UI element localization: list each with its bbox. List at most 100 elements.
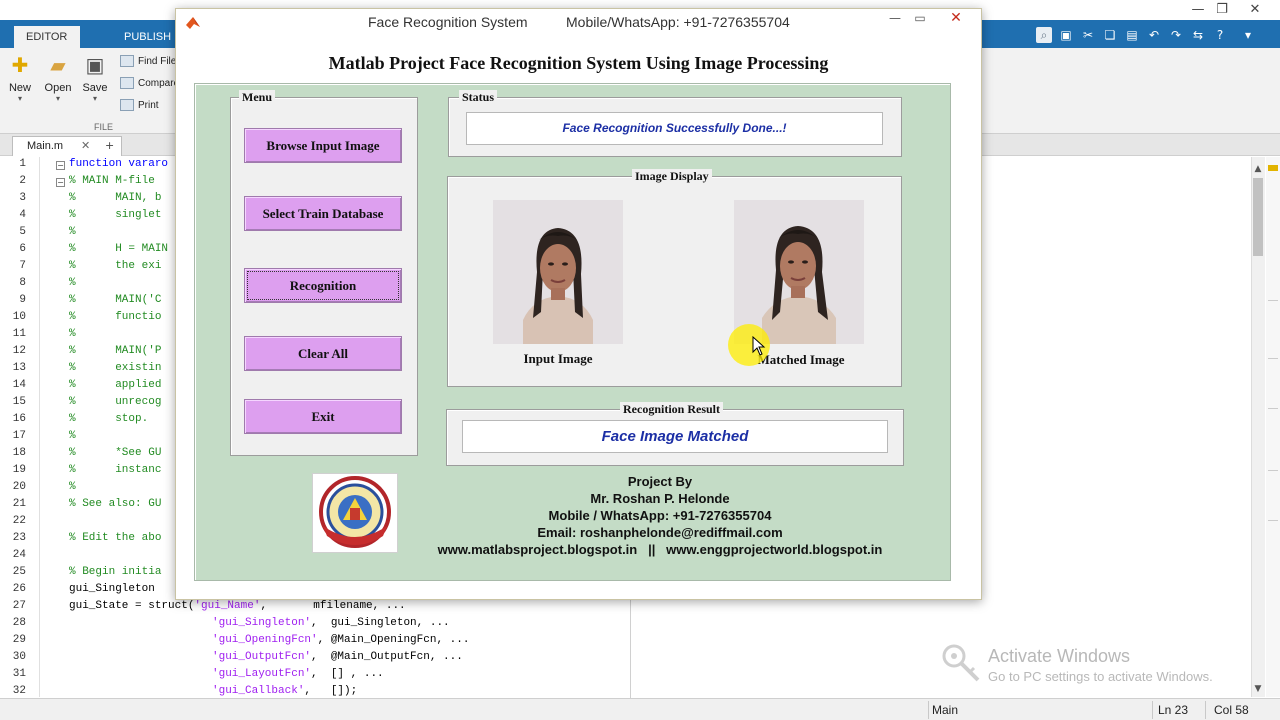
code-line: gui_State = struct('gui_Name', mfilename… [69,600,406,612]
recognition-button[interactable]: Recognition [244,268,402,303]
activate-windows-watermark: Activate Windows Go to PC settings to ac… [988,646,1213,684]
code-line: % MAIN('C [69,294,162,306]
new-tab-icon[interactable]: + [105,137,114,155]
tab-publish[interactable]: PUBLISH [112,26,183,48]
paste-icon[interactable]: ▤ [1124,27,1140,43]
figure-title-contact: Mobile/WhatsApp: +91-7276355704 [566,14,790,30]
print-icon [120,99,134,112]
plus-icon: ✚ [11,53,29,77]
code-line: % Edit the abo [69,532,162,544]
code-line: % [69,481,76,493]
switch-window-icon[interactable]: ⇆ [1190,27,1206,43]
code-line: % [69,226,76,238]
compare-button[interactable]: Compare [120,76,179,92]
scrollbar-thumb[interactable] [1253,178,1263,256]
screen: — ❐ ✕ EDITOR PUBLISH ⌕ ▣ ✂ ❏ ▤ ↶ ↷ ⇆ ? ▾… [0,0,1280,720]
maximize-icon[interactable]: ▭ [907,9,933,29]
chevron-down-icon: ▾ [92,94,97,103]
maximize-icon[interactable]: ❐ [1207,1,1237,19]
editor-tab-main[interactable]: Main.m ✕ + [12,136,122,156]
credits-mobile: Mobile / WhatsApp: +91-7276355704 [548,508,772,523]
code-line: % [69,277,76,289]
marker [1268,408,1278,409]
redo-icon[interactable]: ↷ [1168,27,1184,43]
cut-icon[interactable]: ✂ [1080,27,1096,43]
search-docs-icon[interactable]: ⌕ [1036,27,1052,43]
open-button[interactable]: ▰ Open ▾ [41,54,75,114]
editor-status-bar: Main Ln 23 Col 58 [0,698,1280,720]
mouse-pointer-icon [752,336,766,356]
exit-button[interactable]: Exit [244,399,402,434]
matlab-logo-icon [186,17,200,29]
main-panel: Menu Browse Input Image Select Train Dat… [194,83,951,581]
credits-email: Email: roshanphelonde@rediffmail.com [537,525,783,540]
code-line: % [69,328,76,340]
tab-editor[interactable]: EDITOR [14,26,80,48]
code-line: % stop. [69,413,149,425]
find-files-icon [120,55,134,68]
code-line: 'gui_OpeningFcn', @Main_OpeningFcn, ... [212,634,470,646]
warning-marker[interactable] [1268,165,1278,171]
face-photo-icon [734,200,864,344]
code-line: % applied [69,379,162,391]
fold-toggle[interactable]: − [56,161,65,170]
new-button[interactable]: ✚ New ▾ [3,54,37,114]
key-icon [942,644,980,682]
close-tab-icon[interactable]: ✕ [81,137,90,155]
browse-input-image-button[interactable]: Browse Input Image [244,128,402,163]
copy-icon[interactable]: ❏ [1102,27,1118,43]
save-button[interactable]: ▣ Save ▾ [78,54,112,114]
code-line: % instanc [69,464,162,476]
code-line: function vararo [69,158,169,170]
status-group-title: Status [459,90,498,105]
code-line: % See also: GU [69,498,162,510]
credits-project-by: Project By [627,474,693,489]
input-image [493,200,623,344]
fold-toggle[interactable]: − [56,178,65,187]
matched-image [734,200,864,344]
code-line: % the exi [69,260,162,272]
line-gutter: 1 2 3 4 5 6 7 8 9 10 11 12 13 14 15 16 1… [0,157,40,697]
right-margin-line [630,598,631,698]
code-line: 'gui_Callback', []); [212,685,358,697]
menu-group-title: Menu [239,90,275,105]
marker [1268,520,1278,521]
help-icon[interactable]: ? [1212,27,1228,43]
scroll-up-icon[interactable]: ▲ [1251,162,1265,176]
status-function-name: Main [932,703,959,717]
clear-all-button[interactable]: Clear All [244,336,402,371]
code-line: % MAIN('P [69,345,162,357]
code-line: 'gui_OutputFcn', @Main_OutputFcn, ... [212,651,463,663]
marker [1268,300,1278,301]
print-button[interactable]: Print [120,98,159,114]
code-line: % H = MAIN [69,243,169,255]
help-dropdown-icon[interactable]: ▾ [1240,27,1256,43]
menu-group: Menu Browse Input Image Select Train Dat… [230,90,418,456]
image-display-group: Image Display Input Image Matched Image [447,169,902,387]
image-display-title: Image Display [632,169,712,184]
close-icon[interactable]: ✕ [933,9,979,29]
chevron-down-icon: ▾ [55,94,60,103]
folder-icon: ▰ [50,53,66,77]
code-line: % MAIN, b [69,192,162,204]
code-line: % MAIN M-file [69,175,155,187]
credits-block: Project By Mr. Roshan P. Helonde Mobile … [420,473,900,558]
undo-icon[interactable]: ↶ [1146,27,1162,43]
scroll-down-icon[interactable]: ▼ [1251,682,1265,696]
find-files-button[interactable]: Find Files [120,54,181,70]
status-column: Col 58 [1214,703,1249,717]
save-icon[interactable]: ▣ [1058,27,1074,43]
figure-window: Face Recognition System Mobile/WhatsApp:… [175,8,982,600]
figure-title: Face Recognition System [368,14,528,30]
figure-titlebar[interactable]: Face Recognition System Mobile/WhatsApp:… [176,9,981,37]
credits-author: Mr. Roshan P. Helonde [590,491,730,506]
status-line: Ln 23 [1158,703,1189,717]
input-image-label: Input Image [523,351,593,366]
minimize-icon[interactable]: — [882,9,908,29]
code-line: % Begin initia [69,566,162,578]
select-train-database-button[interactable]: Select Train Database [244,196,402,231]
compare-icon [120,77,134,90]
close-icon[interactable]: ✕ [1240,1,1270,19]
marker [1268,470,1278,471]
chevron-down-icon: ▾ [17,94,22,103]
